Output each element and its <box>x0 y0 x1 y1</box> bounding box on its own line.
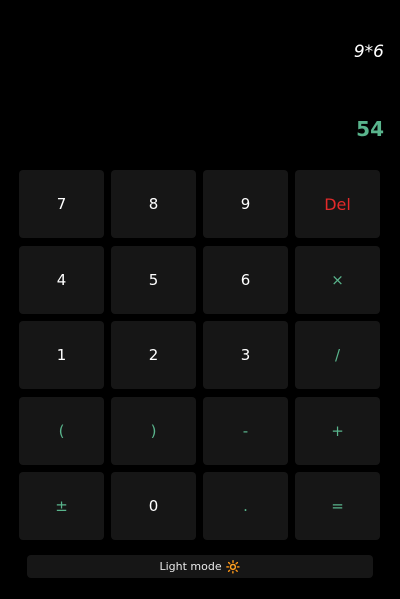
key-9[interactable]: 9 <box>203 170 288 238</box>
close-paren-button[interactable]: ) <box>111 396 196 465</box>
toggle-sign-button[interactable]: ± <box>19 472 104 540</box>
equals-button[interactable]: = <box>295 472 380 540</box>
divide-button[interactable]: / <box>295 321 380 389</box>
open-paren-button[interactable]: ( <box>19 396 104 465</box>
result-text: 54 <box>356 117 384 141</box>
calculator-display: 9*6 54 <box>0 0 400 160</box>
key-4[interactable]: 4 <box>19 245 104 314</box>
expression-text: 9*6 <box>353 42 384 62</box>
decimal-button[interactable]: . <box>203 472 288 540</box>
key-5[interactable]: 5 <box>111 245 196 314</box>
multiply-button[interactable]: × <box>295 245 380 314</box>
key-3[interactable]: 3 <box>203 321 288 389</box>
key-1[interactable]: 1 <box>19 321 104 389</box>
light-mode-toggle-button[interactable]: Light mode 🔆 <box>27 555 373 578</box>
key-7[interactable]: 7 <box>19 170 104 238</box>
key-6[interactable]: 6 <box>203 245 288 314</box>
add-button[interactable]: + <box>295 396 380 465</box>
key-0[interactable]: 0 <box>111 472 196 540</box>
key-8[interactable]: 8 <box>111 170 196 238</box>
key-2[interactable]: 2 <box>111 321 196 389</box>
subtract-button[interactable]: - <box>203 396 288 465</box>
sun-icon: 🔆 <box>225 559 241 574</box>
keypad: 7 8 9 Del 4 5 6 × 1 2 3 / ( ) - + ± 0 . … <box>19 170 381 540</box>
delete-button[interactable]: Del <box>295 170 380 238</box>
light-mode-label: Light mode <box>159 560 222 573</box>
